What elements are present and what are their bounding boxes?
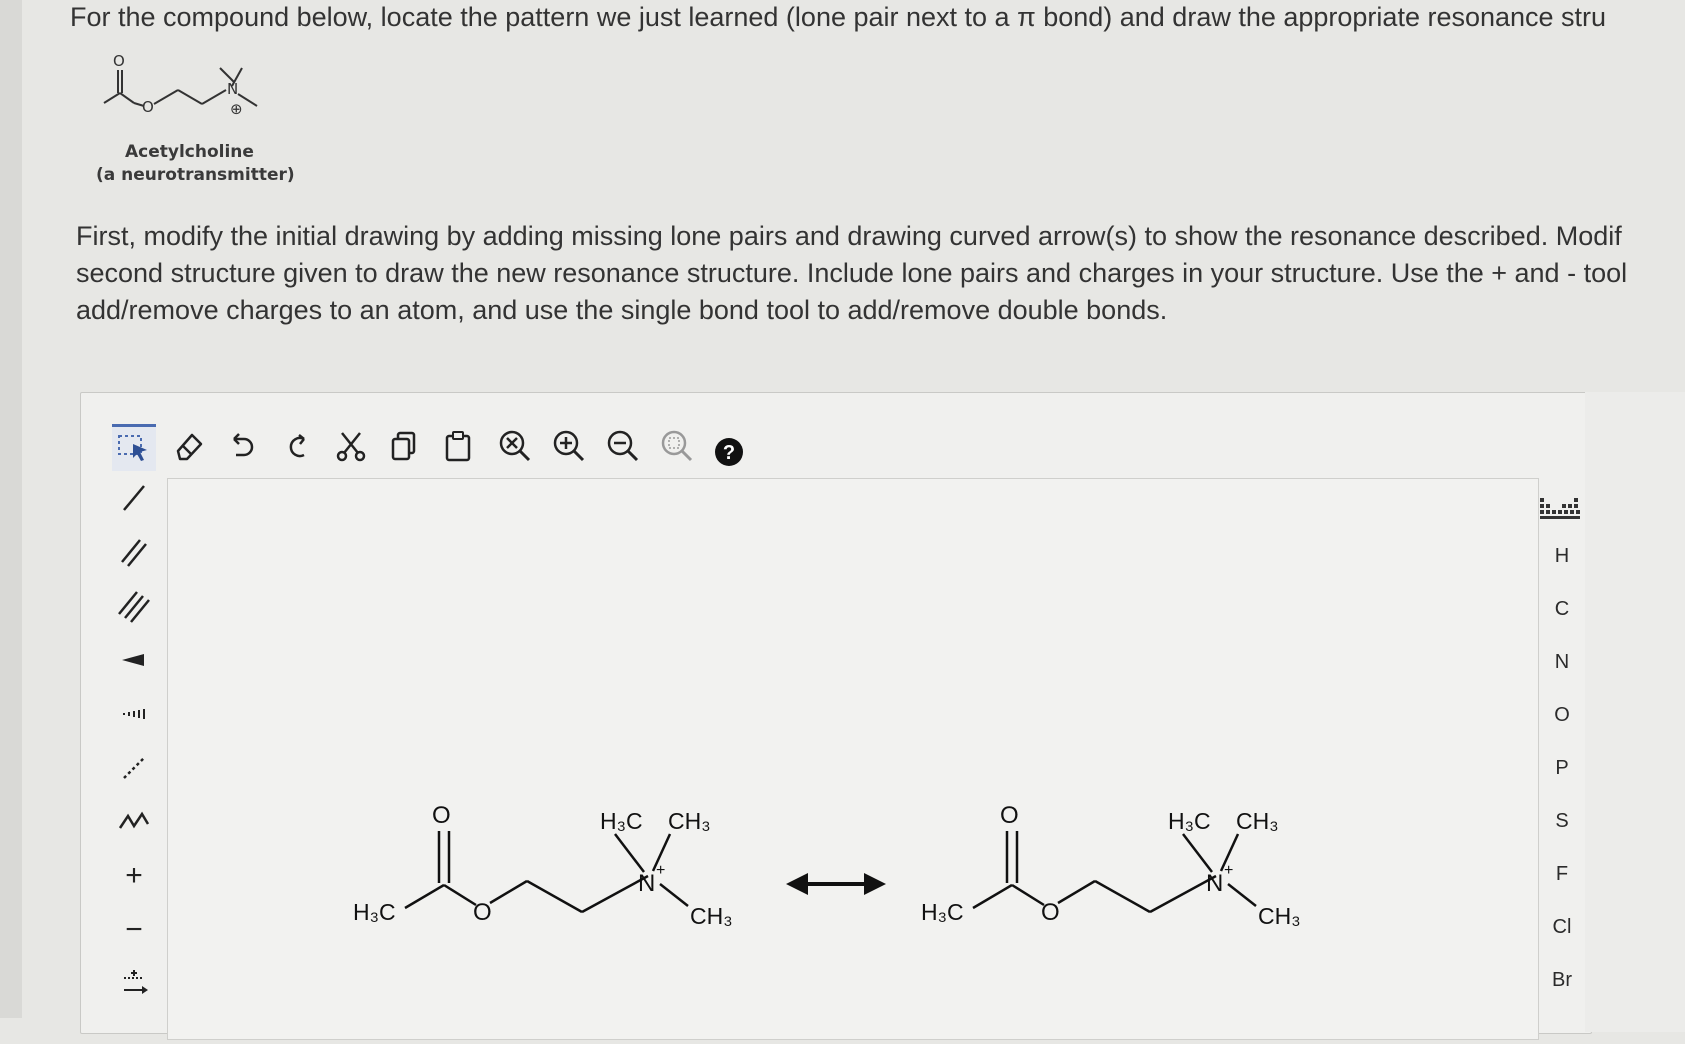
eraser-tool-button[interactable] xyxy=(167,424,211,468)
copy-icon xyxy=(391,431,416,461)
triple-bond-icon xyxy=(118,591,150,623)
intro-caption-sub: (a neurotransmitter) xyxy=(96,165,295,185)
intro-o-ester: O xyxy=(142,98,154,116)
intro-n-charge: ⊕ xyxy=(230,100,243,118)
plus-icon: + xyxy=(125,859,143,892)
atom-button-c[interactable]: C xyxy=(1538,598,1586,621)
right-ch3-top-left: H₃C xyxy=(1168,808,1211,834)
drawing-canvas[interactable]: H₃C O O N + H₃C CH₃ CH₃ H₃C O O N + H₃C … xyxy=(167,478,1539,1040)
left-o-ester-label: O xyxy=(473,899,492,926)
paste-button[interactable] xyxy=(437,424,481,468)
cut-icon xyxy=(336,432,366,462)
left-o-double-label: O xyxy=(432,802,451,829)
select-icon xyxy=(118,435,147,461)
atom-button-o[interactable]: O xyxy=(1538,704,1586,727)
right-n-label: N xyxy=(1206,870,1223,897)
help-icon: ? xyxy=(715,438,743,466)
triple-bond-tool[interactable] xyxy=(108,583,160,629)
select-tool-button[interactable] xyxy=(112,424,156,471)
atom-button-n[interactable]: N xyxy=(1538,651,1586,674)
page-edge xyxy=(0,0,22,1018)
right-h3c-label: H₃C xyxy=(921,899,964,925)
redo-button[interactable] xyxy=(275,424,319,468)
question-text: For the compound below, locate the patte… xyxy=(70,2,1607,32)
zoom-out-button[interactable] xyxy=(601,424,645,468)
svg-text:?: ? xyxy=(723,442,735,464)
atom-button-f[interactable]: F xyxy=(1538,863,1586,886)
right-n-charge: + xyxy=(1224,862,1233,879)
dashed-bond-tool[interactable] xyxy=(108,745,160,791)
electron-arrow-icon xyxy=(124,970,148,994)
double-bond-tool[interactable] xyxy=(108,529,160,575)
undo-button[interactable] xyxy=(221,424,265,468)
wedge-bond-tool[interactable] xyxy=(108,637,160,683)
resonance-arrow xyxy=(786,873,886,895)
intro-n-atom: N xyxy=(227,80,238,98)
hash-bond-icon xyxy=(123,709,145,719)
dashed-bond-icon xyxy=(123,757,145,779)
instructions: First, modify the initial drawing by add… xyxy=(76,218,1685,329)
right-o-double-label: O xyxy=(1000,802,1019,829)
left-n-label: N xyxy=(638,870,655,897)
left-ch3-top-left: H₃C xyxy=(600,808,643,834)
intro-structure: O O N ⊕ xyxy=(103,52,258,118)
negative-charge-tool[interactable]: − xyxy=(108,907,160,953)
wedge-bond-icon xyxy=(122,654,144,666)
redo-icon xyxy=(289,434,305,458)
undo-icon xyxy=(233,433,254,457)
minus-icon: − xyxy=(125,913,143,946)
right-ch3-top-right: CH₃ xyxy=(1236,808,1279,834)
chain-icon xyxy=(118,811,150,829)
left-n-charge: + xyxy=(656,862,665,879)
cut-button[interactable] xyxy=(329,424,373,468)
positive-charge-tool[interactable]: + xyxy=(108,853,160,899)
atom-button-s[interactable]: S xyxy=(1538,810,1586,833)
resonance-structures: H₃C O O N + H₃C CH₃ CH₃ H₃C O O N + H₃C … xyxy=(353,802,1301,929)
zoom-fit-button[interactable] xyxy=(655,424,699,468)
atom-button-br[interactable]: Br xyxy=(1538,969,1586,992)
intro-o-double: O xyxy=(113,52,125,70)
hash-bond-tool[interactable] xyxy=(108,691,160,737)
zoom-out-icon xyxy=(607,430,639,462)
single-bond-tool[interactable] xyxy=(108,475,160,521)
eraser-icon xyxy=(176,433,203,461)
right-o-ester-label: O xyxy=(1041,899,1060,926)
zoom-in-icon xyxy=(553,430,585,462)
electron-arrow-tool[interactable] xyxy=(108,961,160,1007)
atom-button-p[interactable]: P xyxy=(1538,757,1586,780)
help-button[interactable]: ? xyxy=(707,430,751,474)
zoom-in-button[interactable] xyxy=(547,424,591,468)
single-bond-icon xyxy=(123,485,145,511)
instructions-line-3: add/remove charges to an atom, and use t… xyxy=(76,295,1168,325)
left-ch3-top-right: CH₃ xyxy=(668,808,711,834)
right-ch3-bottom: CH₃ xyxy=(1258,903,1301,929)
double-bond-icon xyxy=(121,539,147,567)
left-ch3-bottom: CH₃ xyxy=(690,903,733,929)
chain-tool[interactable] xyxy=(108,799,160,845)
left-h3c-label: H₃C xyxy=(353,899,396,925)
intro-caption-name: Acetylcholine xyxy=(125,142,254,162)
atoms-panel: H C N O P S F Cl Br xyxy=(1538,478,1608,1038)
clear-icon xyxy=(499,430,531,462)
clear-zoom-button[interactable] xyxy=(493,424,537,468)
atom-button-cl[interactable]: Cl xyxy=(1538,916,1586,939)
instructions-line-1: First, modify the initial drawing by add… xyxy=(76,221,1622,251)
instructions-line-2: second structure given to draw the new r… xyxy=(76,258,1628,288)
atom-button-h[interactable]: H xyxy=(1538,545,1586,568)
copy-button[interactable] xyxy=(383,424,427,468)
zoom-fit-icon xyxy=(661,430,693,462)
paste-icon xyxy=(445,431,471,462)
